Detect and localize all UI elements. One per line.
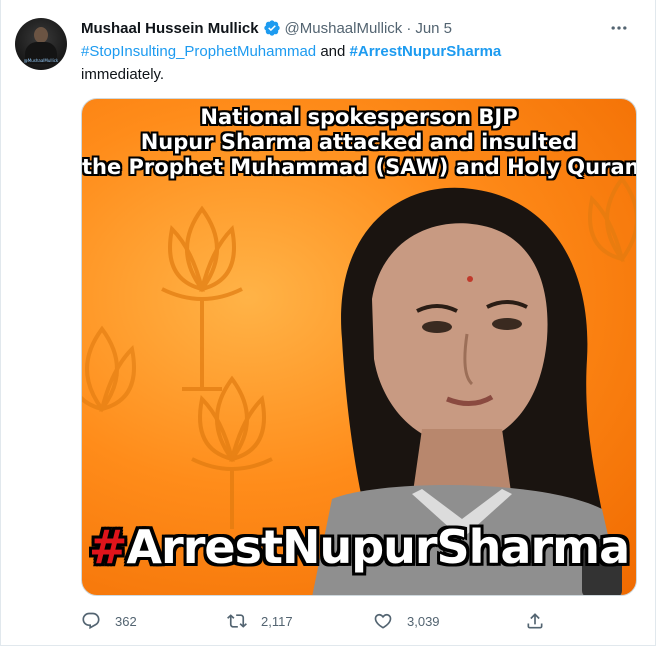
tweet-text-connector: and — [316, 43, 350, 60]
tweet-text: #StopInsulting_ProphetMuhammad and #Arre… — [81, 40, 641, 86]
tweet-card[interactable]: @MushaalMullick Mushaal Hussein Mullick … — [0, 0, 656, 646]
avatar-caption: @MushaalMullick — [23, 58, 59, 63]
hashtag-link[interactable]: #ArrestNupurSharma — [350, 43, 502, 60]
avatar[interactable]: @MushaalMullick — [15, 18, 67, 70]
retweet-icon — [227, 614, 247, 628]
tweet-text-rest: immediately. — [81, 66, 165, 83]
lotus-symbol — [191, 375, 273, 529]
tweet-actions-bar: 362 2,117 3,039 — [81, 608, 551, 634]
person-face — [372, 223, 548, 445]
tweet-header: Mushaal Hussein Mullick @MushaalMullick … — [81, 17, 452, 39]
retweet-button[interactable]: 2,117 — [227, 608, 293, 634]
share-icon — [527, 613, 543, 629]
reply-count: 362 — [115, 613, 137, 629]
author-handle[interactable]: @MushaalMullick — [285, 20, 403, 37]
display-name[interactable]: Mushaal Hussein Mullick — [81, 20, 259, 37]
reply-icon — [82, 612, 100, 630]
media-caption-line: the Prophet Muhammad (SAW) and Holy Qura… — [82, 155, 637, 179]
media-hashtag-text: #ArrestNupurSharma — [82, 517, 636, 577]
more-options-icon[interactable] — [607, 16, 631, 40]
heart-icon — [374, 613, 392, 629]
media-caption-line: Nupur Sharma attacked and insulted — [140, 130, 578, 154]
share-button[interactable] — [525, 608, 559, 634]
media-hashtag-word: ArrestNupurSharma — [126, 520, 630, 574]
media-hashtag-symbol: # — [88, 520, 128, 574]
tweet-media-image[interactable]: National spokesperson BJP Nupur Sharma a… — [81, 98, 637, 596]
reply-button[interactable]: 362 — [81, 608, 137, 634]
hashtag-link[interactable]: #StopInsulting_ProphetMuhammad — [81, 43, 316, 60]
header-separator: · — [406, 19, 412, 37]
media-caption: National spokesperson BJP Nupur Sharma a… — [82, 105, 636, 180]
media-caption-line: National spokesperson BJP — [200, 105, 518, 129]
lotus-symbol — [82, 325, 136, 413]
lotus-symbol — [161, 205, 243, 391]
retweet-count: 2,117 — [261, 613, 293, 629]
lotus-symbol — [588, 175, 636, 263]
like-count: 3,039 — [407, 613, 440, 629]
tweet-date[interactable]: Jun 5 — [415, 20, 452, 37]
like-button[interactable]: 3,039 — [373, 608, 440, 634]
verified-badge-icon — [263, 20, 280, 36]
avatar-figure-head — [34, 27, 48, 43]
